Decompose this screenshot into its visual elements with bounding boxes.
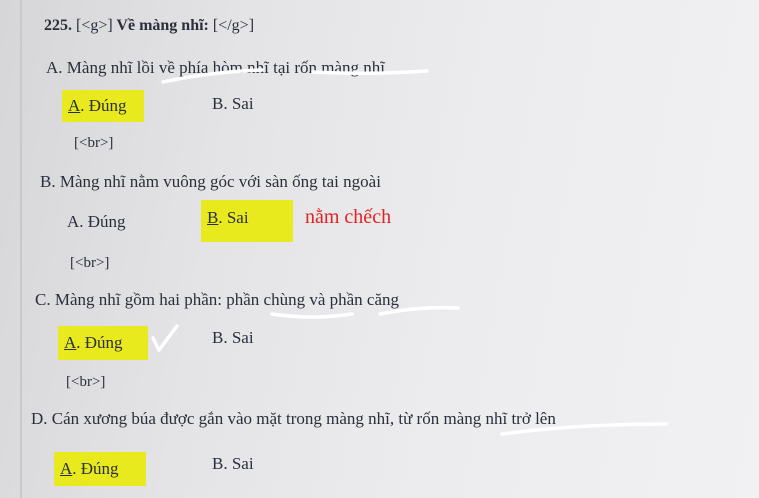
option-c-false[interactable]: B. Sai [206, 328, 260, 348]
option-d-true[interactable]: A. Đúng [54, 452, 146, 486]
statement-b: B. Màng nhĩ nằm vuông góc với sàn ống ta… [40, 172, 381, 191]
br-tag: [<br>] [66, 374, 106, 390]
option-label: . Đúng [79, 212, 126, 231]
option-a-true[interactable]: A. Đúng [62, 90, 144, 122]
option-label: . Sai [223, 328, 254, 347]
statement-d: D. Cán xương búa được gắn vào mặt trong … [31, 409, 556, 428]
statement-a: A. Màng nhĩ lồi về phía hòm nhĩ tại rốn … [46, 58, 386, 77]
option-label: . Sai [223, 454, 254, 473]
statement-c: C. Màng nhĩ gồm hai phần: phần chùng và … [35, 290, 400, 309]
question-title: Về màng nhĩ: [116, 17, 209, 34]
tag-close: [</g>] [212, 17, 255, 34]
option-letter: B [207, 208, 219, 227]
option-label: . Sai [218, 208, 249, 227]
br-tag: [<br>] [74, 135, 114, 151]
question-heading: 225. [<g>] Về màng nhĩ: [</g>] [44, 17, 254, 35]
option-letter: A [67, 212, 80, 231]
option-b-true[interactable]: A. Đúng [61, 212, 132, 232]
handwritten-note: nằm chếch [305, 206, 392, 228]
option-label: . Sai [223, 94, 254, 113]
question-number: 225. [44, 17, 72, 34]
option-d-false[interactable]: B. Sai [206, 454, 260, 474]
option-a-false[interactable]: B. Sai [206, 94, 260, 114]
option-letter: B [212, 94, 224, 113]
option-label: . Đúng [80, 96, 127, 115]
option-letter: A [60, 459, 73, 478]
option-c-true[interactable]: A. Đúng [58, 326, 148, 360]
checkmark-icon [151, 324, 179, 352]
option-label: . Đúng [76, 333, 123, 352]
tag-open: [<g>] [76, 17, 113, 34]
option-letter: A [68, 96, 81, 115]
option-b-false[interactable]: B. Sai [201, 200, 293, 242]
br-tag: [<br>] [70, 255, 110, 271]
option-letter: A [64, 333, 77, 352]
page-edge [20, 0, 22, 498]
option-label: . Đúng [72, 459, 119, 478]
option-letter: B [212, 454, 224, 473]
option-letter: B [212, 328, 224, 347]
